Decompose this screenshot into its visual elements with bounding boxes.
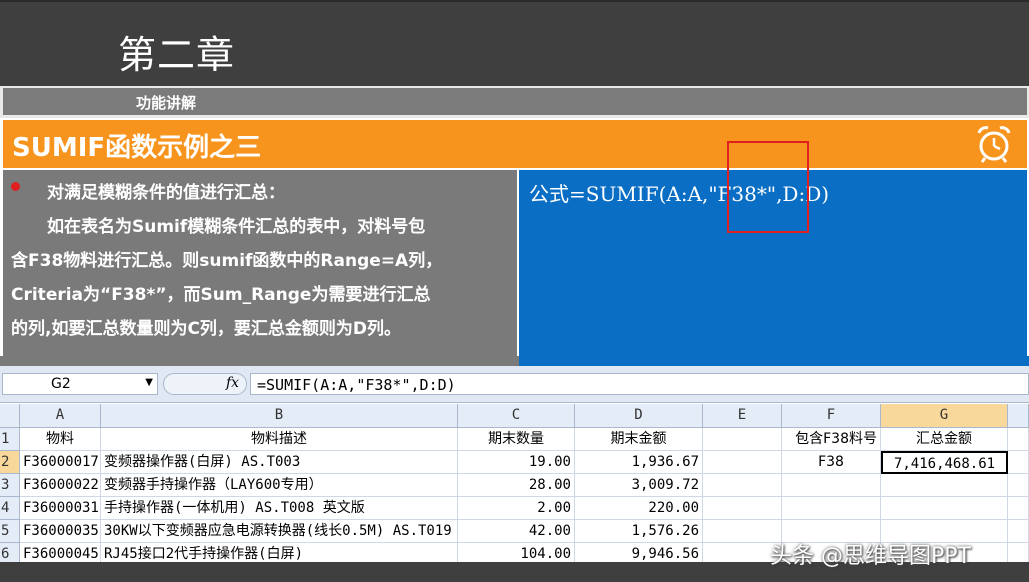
column-header-g[interactable]: G: [881, 404, 1008, 428]
description-line-5: 的列,如要汇总数量则为C列，要汇总金额则为D列。: [11, 319, 402, 339]
alarm-clock-icon: [977, 126, 1011, 163]
cell-e4[interactable]: [703, 497, 782, 520]
cell-e3[interactable]: [703, 474, 782, 497]
cell-g1[interactable]: 汇总金额: [881, 428, 1008, 451]
cell-h6[interactable]: [1008, 543, 1029, 562]
cell-b4[interactable]: 手持操作器(一体机用) AS.T008 英文版: [101, 497, 458, 520]
dropdown-arrow-icon[interactable]: ▼: [145, 377, 153, 388]
description-line-4: Criteria为“F38*”，而Sum_Range为需要进行汇总: [11, 285, 431, 305]
formula-input[interactable]: =SUMIF(A:A,"F38*",D:D): [250, 373, 1029, 395]
cell-d6[interactable]: 9,946.56: [575, 543, 703, 562]
spreadsheet: G2 ▼ fx =SUMIF(A:A,"F38*",D:D) ABCDEFG1物…: [0, 366, 1029, 562]
column-header-e[interactable]: E: [703, 404, 782, 428]
column-header-b[interactable]: B: [101, 404, 458, 428]
cell-c2[interactable]: 19.00: [458, 451, 575, 474]
formula-bar-controls: fx: [163, 373, 247, 395]
cell-h4[interactable]: [1008, 497, 1029, 520]
cell-h3[interactable]: [1008, 474, 1029, 497]
cell-b3[interactable]: 变频器手持操作器（LAY600专用）: [101, 474, 458, 497]
cell-a1[interactable]: 物料: [20, 428, 101, 451]
column-header-c[interactable]: C: [458, 404, 575, 428]
select-all-corner[interactable]: [0, 404, 20, 428]
description-panel: 对满足模糊条件的值进行汇总： 如在表名为Sumif模糊条件汇总的表中，对料号包 …: [3, 170, 517, 356]
cell-h5[interactable]: [1008, 520, 1029, 543]
cell-d5[interactable]: 1,576.26: [575, 520, 703, 543]
cell-f3[interactable]: [782, 474, 881, 497]
cell-b6[interactable]: RJ45接口2代手持操作器(白屏): [101, 543, 458, 562]
title-bar: SUMIF函数示例之三: [3, 120, 1027, 168]
cell-f1[interactable]: 包含F38料号: [782, 428, 881, 451]
cell-a5[interactable]: F36000035: [20, 520, 101, 543]
row-header[interactable]: 6: [0, 543, 20, 562]
row-header[interactable]: 4: [0, 497, 20, 520]
description-line-1: 对满足模糊条件的值进行汇总：: [47, 183, 285, 203]
cell-a4[interactable]: F36000031: [20, 497, 101, 520]
top-band: 第二章: [0, 0, 1029, 86]
subtitle-band: 功能讲解: [0, 86, 1029, 118]
cell-g3[interactable]: [881, 474, 1008, 497]
cell-f4[interactable]: [782, 497, 881, 520]
cell-g4[interactable]: [881, 497, 1008, 520]
cell-e2[interactable]: [703, 451, 782, 474]
criteria-highlight-box: [727, 141, 809, 233]
cell-b2[interactable]: 变频器操作器(白屏) AS.T003: [101, 451, 458, 474]
bullet-dot: [11, 182, 20, 191]
formula-bar: G2 ▼ fx =SUMIF(A:A,"F38*",D:D): [0, 366, 1029, 403]
cell-b1[interactable]: 物料描述: [101, 428, 458, 451]
cell-h1[interactable]: [1008, 428, 1029, 451]
cell-g2[interactable]: 7,416,468.61: [881, 451, 1008, 474]
cell-b5[interactable]: 30KW以下变频器应急电源转换器(线长0.5M) AS.T019: [101, 520, 458, 543]
description-line-2: 如在表名为Sumif模糊条件汇总的表中，对料号包: [47, 217, 426, 237]
cell-h2[interactable]: [1008, 451, 1029, 474]
subtitle-bar: 功能讲解: [3, 88, 1027, 115]
column-header-h[interactable]: [1008, 404, 1029, 428]
cell-d1[interactable]: 期末金额: [575, 428, 703, 451]
row-header[interactable]: 3: [0, 474, 20, 497]
cell-c5[interactable]: 42.00: [458, 520, 575, 543]
column-header-f[interactable]: F: [782, 404, 881, 428]
cell-c6[interactable]: 104.00: [458, 543, 575, 562]
watermark: 头条 @思维导图PPT: [770, 544, 971, 569]
cell-d2[interactable]: 1,936.67: [575, 451, 703, 474]
cell-f2[interactable]: F38: [782, 451, 881, 474]
column-header-d[interactable]: D: [575, 404, 703, 428]
column-header-a[interactable]: A: [20, 404, 101, 428]
name-box[interactable]: G2 ▼: [2, 373, 158, 395]
cell-e1[interactable]: [703, 428, 782, 451]
row-header[interactable]: 5: [0, 520, 20, 543]
row-header[interactable]: 1: [0, 428, 20, 451]
chapter-title: 第二章: [118, 33, 236, 77]
cell-a6[interactable]: F36000045: [20, 543, 101, 562]
insert-function-icon[interactable]: fx: [226, 375, 239, 391]
name-box-value: G2: [51, 376, 71, 392]
cell-c3[interactable]: 28.00: [458, 474, 575, 497]
slide-title: SUMIF函数示例之三: [12, 133, 262, 163]
cell-c4[interactable]: 2.00: [458, 497, 575, 520]
cell-d3[interactable]: 3,009.72: [575, 474, 703, 497]
description-line-3: 含F38物料进行汇总。则sumif函数中的Range=A列，: [11, 251, 443, 271]
cell-a2[interactable]: F36000017: [20, 451, 101, 474]
formula-input-text: =SUMIF(A:A,"F38*",D:D): [257, 376, 456, 394]
cell-c1[interactable]: 期末数量: [458, 428, 575, 451]
section-subtitle: 功能讲解: [136, 94, 197, 112]
cell-a3[interactable]: F36000022: [20, 474, 101, 497]
cell-d4[interactable]: 220.00: [575, 497, 703, 520]
row-header[interactable]: 2: [0, 451, 20, 474]
panel-bottom-strip-gray: [0, 356, 519, 366]
